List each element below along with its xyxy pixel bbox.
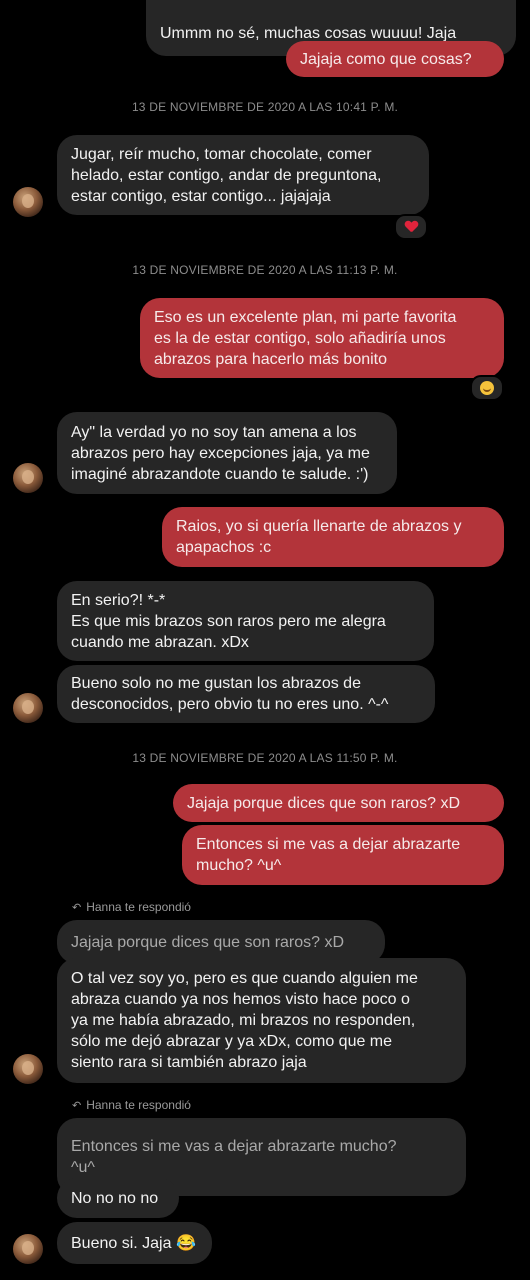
avatar-face-icon <box>22 470 34 484</box>
message-text: O tal vez soy yo, pero es que cuando alg… <box>71 970 418 1071</box>
heart-icon <box>405 221 418 233</box>
message-text: Jajaja porque dices que son raros? xD <box>187 794 461 812</box>
message-text: Bueno solo no me gustan los abrazos de d… <box>71 675 389 713</box>
message-text: Entonces si me vas a dejar abrazarte muc… <box>196 836 461 874</box>
reply-indicator: ↶ Hanna te respondió <box>72 1098 191 1112</box>
reply-indicator: ↶ Hanna te respondió <box>72 900 191 914</box>
message-text: Raios, yo si quería llenarte de abrazos … <box>176 518 462 556</box>
message-text: En serio?! *-* Es que mis brazos son rar… <box>71 591 386 651</box>
message-text: Eso es un excelente plan, mi parte favor… <box>154 308 457 368</box>
message-bubble-incoming[interactable]: En serio?! *-* Es que mis brazos son rar… <box>57 581 434 661</box>
avatar-face-icon <box>22 1241 34 1255</box>
message-text: Bueno si. Jaja 😂 <box>71 1234 196 1252</box>
message-bubble-outgoing[interactable]: Raios, yo si quería llenarte de abrazos … <box>162 507 504 567</box>
avatar-face-icon <box>22 194 34 208</box>
message-bubble-incoming[interactable]: Ay" la verdad yo no soy tan amena a los … <box>57 412 397 494</box>
avatar[interactable] <box>13 463 43 493</box>
message-bubble-outgoing[interactable]: Jajaja porque dices que son raros? xD <box>173 784 504 822</box>
avatar[interactable] <box>13 693 43 723</box>
message-bubble-incoming[interactable]: Jugar, reír mucho, tomar chocolate, come… <box>57 135 429 215</box>
avatar-face-icon <box>22 700 34 714</box>
reply-label-text: Hanna te respondió <box>86 900 191 914</box>
reply-arrow-icon: ↶ <box>72 902 82 914</box>
message-bubble-outgoing[interactable]: Eso es un excelente plan, mi parte favor… <box>140 298 504 378</box>
timestamp: 13 DE NOVIEMBRE DE 2020 A LAS 10:41 P. M… <box>131 100 399 114</box>
timestamp: 13 DE NOVIEMBRE DE 2020 A LAS 11:13 P. M… <box>132 263 398 277</box>
heart-reaction[interactable] <box>394 214 428 240</box>
avatar[interactable] <box>13 1054 43 1084</box>
reply-arrow-icon: ↶ <box>72 1100 82 1112</box>
message-text: No no no no <box>71 1189 159 1207</box>
message-bubble-incoming[interactable]: Bueno solo no me gustan los abrazos de d… <box>57 665 435 723</box>
message-text: Ay" la verdad yo no soy tan amena a los … <box>71 423 370 483</box>
smiling-face-icon <box>480 381 494 395</box>
message-bubble-incoming[interactable]: Bueno si. Jaja 😂 <box>57 1222 212 1264</box>
message-text: Jajaja como que cosas? <box>300 50 472 68</box>
message-bubble-outgoing[interactable]: Entonces si me vas a dejar abrazarte muc… <box>182 825 504 885</box>
quoted-text: Jajaja porque dices que son raros? xD <box>71 933 345 951</box>
message-bubble-incoming[interactable]: No no no no <box>57 1178 179 1218</box>
quoted-text: Entonces si me vas a dejar abrazarte muc… <box>71 1138 397 1176</box>
message-text: Jugar, reír mucho, tomar chocolate, come… <box>71 145 382 205</box>
smile-reaction[interactable] <box>470 375 504 401</box>
avatar[interactable] <box>13 187 43 217</box>
message-bubble-outgoing[interactable]: Jajaja como que cosas? <box>286 41 504 77</box>
timestamp: 13 DE NOVIEMBRE DE 2020 A LAS 11:50 P. M… <box>132 751 398 765</box>
reply-label-text: Hanna te respondió <box>86 1098 191 1112</box>
avatar-face-icon <box>22 1061 34 1075</box>
message-bubble-incoming[interactable]: O tal vez soy yo, pero es que cuando alg… <box>57 958 466 1083</box>
avatar[interactable] <box>13 1234 43 1264</box>
